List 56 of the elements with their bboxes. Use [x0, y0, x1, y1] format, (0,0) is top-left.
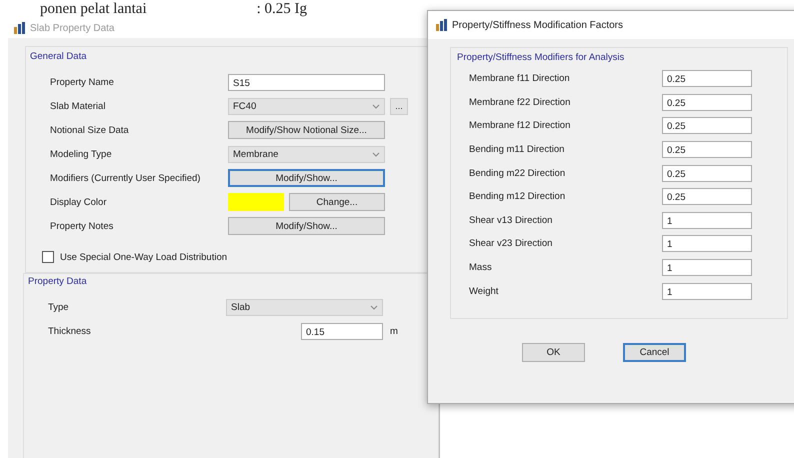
field-label: Property Name	[50, 76, 115, 88]
field-label: Display Color	[50, 196, 108, 208]
text-field[interactable]: 0.25	[662, 70, 752, 88]
field-label: Modifiers (Currently User Specified)	[50, 172, 202, 184]
group-title: Property Data	[28, 276, 88, 287]
window-title: Slab Property Data	[30, 22, 114, 34]
checkbox[interactable]	[42, 251, 54, 263]
app-icon	[436, 19, 448, 31]
field-label: Mass	[469, 262, 493, 274]
text-field[interactable]: 0.25	[662, 164, 752, 182]
app-icon	[14, 22, 26, 34]
text-field[interactable]: 0.25	[662, 188, 752, 206]
window-title: Property/Stiffness Modification Factors	[452, 20, 623, 30]
change-button[interactable]: Change...	[289, 193, 385, 211]
field-label: Bending m22 Direction	[469, 168, 566, 179]
chevron-icon	[372, 152, 380, 156]
field-label: Notional Size Data	[50, 124, 130, 136]
field-label: Weight	[469, 286, 500, 297]
chevron-icon	[372, 104, 380, 108]
group-title: General Data	[30, 51, 88, 62]
text-field[interactable]: 0.25	[662, 94, 752, 111]
field-label: Membrane f11 Direction	[469, 73, 571, 84]
field-label: Modeling Type	[50, 148, 113, 160]
field-label: Property Notes	[50, 220, 114, 232]
text-field[interactable]: S15	[228, 74, 385, 90]
dropdown[interactable]: FC40	[228, 98, 385, 114]
field-label: Slab Material	[50, 100, 106, 112]
modify-button[interactable]: Modify/Show...	[228, 169, 385, 187]
text-field[interactable]: 0.25	[662, 141, 752, 158]
text-field[interactable]: 1	[662, 212, 752, 229]
field-label: Bending m12 Direction	[469, 191, 566, 202]
chevron-icon	[370, 304, 378, 310]
text-field[interactable]: 1	[662, 235, 752, 252]
field-label: Shear v23 Direction	[469, 238, 554, 250]
text-field[interactable]: 0.25	[662, 117, 752, 134]
field-label: Bending m11 Direction	[469, 144, 566, 156]
text-field[interactable]: 1	[662, 282, 752, 300]
field-label: Thickness	[48, 326, 92, 336]
text-field[interactable]: 0.15	[301, 322, 383, 340]
field-label: Shear v13 Direction	[469, 214, 554, 226]
group-title: Property/Stiffness Modifiers for Analysis	[457, 52, 626, 63]
dropdown[interactable]: Slab	[226, 298, 383, 316]
field-label: Membrane f12 Direction	[469, 120, 572, 132]
dropdown[interactable]: Membrane	[228, 146, 385, 162]
modify-button[interactable]: Modify/Show Notional Size...	[228, 121, 385, 139]
text-field[interactable]: 1	[662, 259, 752, 276]
document-text: : 0.25 Ig	[256, 0, 308, 18]
field-label: Membrane f22 Direction	[469, 96, 572, 108]
dialog-button[interactable]: Cancel	[623, 343, 686, 362]
browse-button[interactable]: ...	[390, 98, 408, 114]
document-text: ponen pelat lantai	[40, 0, 147, 18]
unit-label: m	[390, 326, 398, 336]
field-label: Type	[48, 302, 70, 312]
dialog-button[interactable]: OK	[522, 343, 585, 362]
checkbox-label: Use Special One-Way Load Distribution	[60, 252, 228, 262]
modify-button[interactable]: Modify/Show...	[228, 217, 385, 235]
